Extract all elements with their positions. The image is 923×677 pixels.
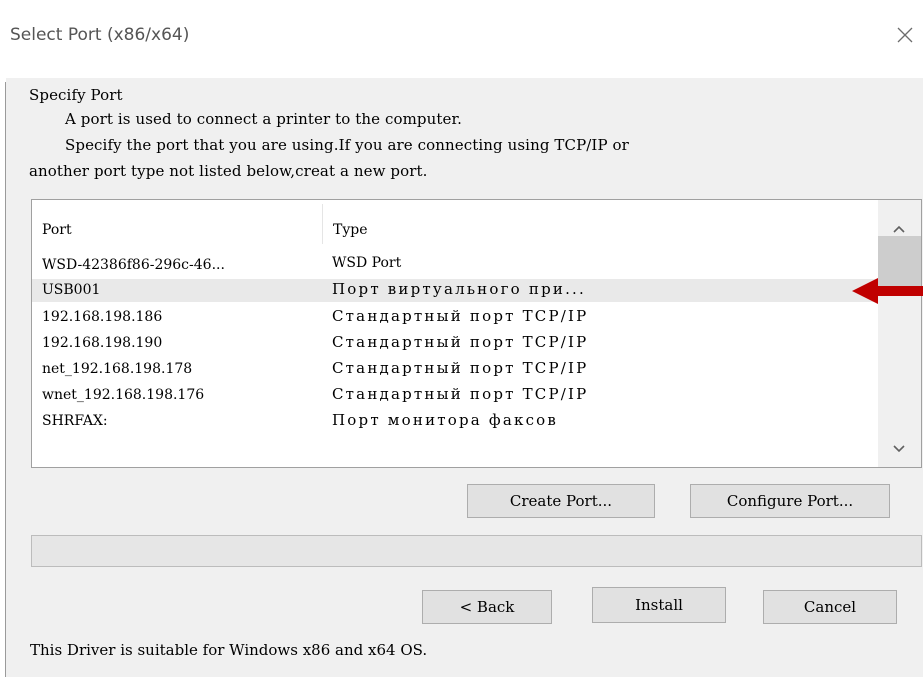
back-button[interactable]: < Back xyxy=(422,590,552,624)
instruction-line-3: another port type not listed below,creat… xyxy=(29,162,428,180)
port-type: Порт монитора факсов xyxy=(332,411,559,429)
port-row[interactable]: SHRFAX: Порт монитора факсов xyxy=(32,410,878,433)
install-button[interactable]: Install xyxy=(592,587,726,623)
port-type: WSD Port xyxy=(332,255,402,271)
port-name: SHRFAX: xyxy=(42,413,108,429)
close-button[interactable] xyxy=(888,18,922,52)
instruction-line-2: Specify the port that you are using.If y… xyxy=(65,136,629,154)
instruction-line-1: A port is used to connect a printer to t… xyxy=(65,110,462,128)
scroll-down-icon[interactable] xyxy=(892,444,906,454)
port-type: Стандартный порт TCP/IP xyxy=(332,307,589,325)
create-port-button[interactable]: Create Port... xyxy=(467,484,655,518)
port-type: Стандартный порт TCP/IP xyxy=(332,333,589,351)
port-row[interactable]: 192.168.198.190 Стандартный порт TCP/IP xyxy=(32,332,878,355)
port-name: 192.168.198.186 xyxy=(42,309,163,325)
port-type: Стандартный порт TCP/IP xyxy=(332,385,589,403)
port-name: 192.168.198.190 xyxy=(42,335,163,351)
port-type: Порт виртуального при... xyxy=(332,280,586,298)
configure-port-button[interactable]: Configure Port... xyxy=(690,484,890,518)
port-row[interactable]: wnet_192.168.198.176 Стандартный порт TC… xyxy=(32,384,878,407)
port-row[interactable]: net_192.168.198.178 Стандартный порт TCP… xyxy=(32,358,878,381)
install-progress-bar xyxy=(31,535,922,567)
specify-port-heading: Specify Port xyxy=(29,86,123,104)
column-divider[interactable] xyxy=(322,204,323,244)
close-icon xyxy=(897,27,913,43)
column-header-type[interactable]: Type xyxy=(333,222,368,238)
port-name: USB001 xyxy=(42,282,101,298)
scroll-up-icon[interactable] xyxy=(892,224,906,234)
window-title: Select Port (x86/x64) xyxy=(10,25,190,45)
port-row-selected[interactable]: USB001 Порт виртуального при... xyxy=(32,279,878,302)
title-bar: Select Port (x86/x64) xyxy=(0,0,923,78)
annotation-arrow-icon xyxy=(852,278,923,304)
port-name: WSD-42386f86-296c-46... xyxy=(42,257,225,273)
port-row[interactable]: WSD-42386f86-296c-46... WSD Port xyxy=(32,254,878,277)
driver-compatibility-note: This Driver is suitable for Windows x86 … xyxy=(30,641,428,659)
cancel-button[interactable]: Cancel xyxy=(763,590,897,624)
port-row[interactable]: 192.168.198.186 Стандартный порт TCP/IP xyxy=(32,306,878,329)
port-name: wnet_192.168.198.176 xyxy=(42,387,205,403)
port-type: Стандартный порт TCP/IP xyxy=(332,359,589,377)
port-name: net_192.168.198.178 xyxy=(42,361,193,377)
column-header-port[interactable]: Port xyxy=(42,222,72,238)
